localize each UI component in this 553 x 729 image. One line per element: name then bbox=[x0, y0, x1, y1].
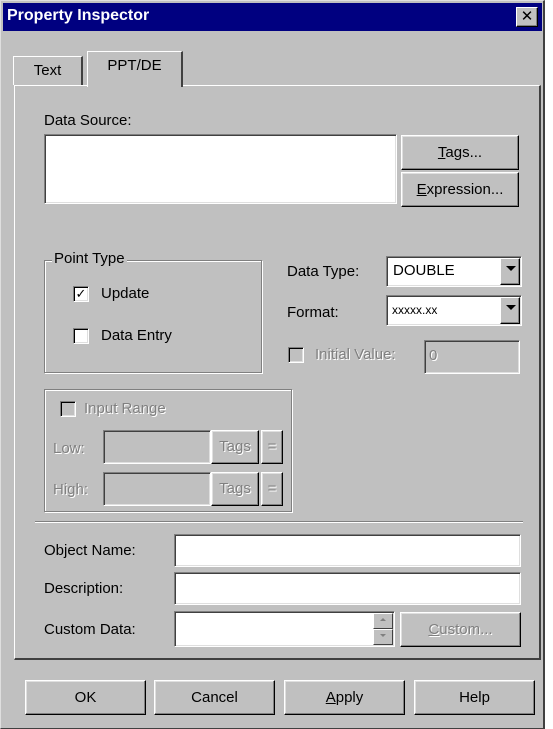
tab-ppt-de-label: PPT/DE bbox=[107, 57, 162, 74]
title-bar[interactable]: Property Inspector ✕ bbox=[3, 3, 542, 31]
custom-button-text: ustom... bbox=[439, 621, 493, 638]
format-select[interactable]: xxxxx.xx bbox=[386, 295, 522, 326]
cancel-button-text: Cancel bbox=[191, 689, 238, 706]
description-label: Description: bbox=[44, 580, 124, 597]
cancel-button[interactable]: Cancel bbox=[154, 680, 275, 715]
tab-panel-ppt-de: Data Source: Tags... Expression... Point… bbox=[14, 85, 541, 660]
close-icon: ✕ bbox=[520, 8, 534, 25]
point-type-group bbox=[44, 260, 262, 373]
property-inspector-window: Property Inspector ✕ Text PPT/DE Data So… bbox=[0, 0, 545, 729]
spin-up-icon[interactable] bbox=[373, 613, 393, 629]
tab-ppt-de[interactable]: PPT/DE bbox=[87, 51, 183, 87]
chevron-down-icon[interactable] bbox=[500, 258, 520, 285]
update-checkbox[interactable]: ✓ bbox=[73, 286, 89, 302]
object-name-field[interactable] bbox=[174, 534, 521, 567]
high-equals-button[interactable]: = bbox=[261, 472, 283, 506]
high-tags-button[interactable]: Tags bbox=[211, 472, 259, 506]
tags-button[interactable]: Tags... bbox=[401, 135, 519, 170]
check-icon: ✓ bbox=[75, 286, 87, 301]
data-type-select[interactable]: DOUBLE bbox=[386, 256, 522, 287]
low-field[interactable] bbox=[103, 430, 211, 464]
tab-text-label: Text bbox=[33, 62, 62, 79]
apply-button-accel: A bbox=[325, 689, 336, 706]
help-button-text: Help bbox=[459, 689, 490, 706]
format-label: Format: bbox=[287, 304, 339, 321]
format-value: xxxxx.xx bbox=[392, 303, 438, 317]
input-range-checkbox[interactable] bbox=[60, 401, 76, 417]
data-type-label: Data Type: bbox=[287, 263, 360, 280]
apply-button[interactable]: Apply bbox=[284, 680, 405, 715]
ok-button[interactable]: OK bbox=[25, 680, 146, 715]
spin-down-icon[interactable] bbox=[373, 629, 393, 645]
high-tags-button-text: Tags bbox=[219, 480, 251, 497]
apply-button-text: pply bbox=[335, 689, 364, 706]
point-type-legend: Point Type bbox=[52, 250, 127, 267]
low-equals-button[interactable]: = bbox=[261, 430, 283, 464]
tab-text[interactable]: Text bbox=[13, 56, 83, 85]
data-type-value: DOUBLE bbox=[393, 262, 455, 279]
low-tags-button[interactable]: Tags bbox=[211, 430, 259, 464]
initial-value-value: 0 bbox=[429, 347, 438, 364]
description-field[interactable] bbox=[174, 572, 521, 605]
data-source-field[interactable] bbox=[44, 134, 397, 204]
tags-button-text: ags... bbox=[445, 144, 483, 161]
help-button[interactable]: Help bbox=[414, 680, 535, 715]
divider bbox=[35, 521, 523, 523]
high-field[interactable] bbox=[103, 472, 211, 506]
expression-button-text: xpression... bbox=[426, 181, 504, 198]
close-button[interactable]: ✕ bbox=[516, 7, 538, 27]
custom-data-field[interactable] bbox=[174, 611, 395, 647]
low-tags-button-text: Tags bbox=[219, 438, 251, 455]
custom-data-label: Custom Data: bbox=[44, 621, 136, 638]
input-range-legend: Input Range bbox=[52, 399, 192, 419]
data-entry-label: Data Entry bbox=[101, 327, 172, 344]
low-label: Low: bbox=[53, 440, 85, 457]
custom-button[interactable]: Custom... bbox=[400, 612, 521, 647]
initial-value-checkbox[interactable] bbox=[288, 347, 304, 363]
custom-data-spinner[interactable] bbox=[373, 613, 393, 645]
data-source-label: Data Source: bbox=[44, 112, 132, 129]
input-range-label: Input Range bbox=[84, 400, 166, 417]
update-label: Update bbox=[101, 285, 150, 302]
high-equals-button-text: = bbox=[267, 480, 277, 497]
low-equals-button-text: = bbox=[267, 438, 277, 455]
custom-button-accel: C bbox=[428, 621, 440, 638]
expression-button-accel: E bbox=[416, 181, 427, 198]
window-title: Property Inspector bbox=[7, 7, 150, 24]
object-name-label: Object Name: bbox=[44, 542, 136, 559]
ok-button-text: OK bbox=[74, 689, 97, 706]
chevron-down-icon[interactable] bbox=[500, 297, 520, 324]
initial-value-label: Initial Value: bbox=[315, 346, 396, 363]
high-label: High: bbox=[53, 481, 89, 498]
initial-value-field[interactable]: 0 bbox=[424, 340, 520, 374]
data-entry-checkbox[interactable] bbox=[73, 328, 89, 344]
expression-button[interactable]: Expression... bbox=[401, 172, 519, 207]
